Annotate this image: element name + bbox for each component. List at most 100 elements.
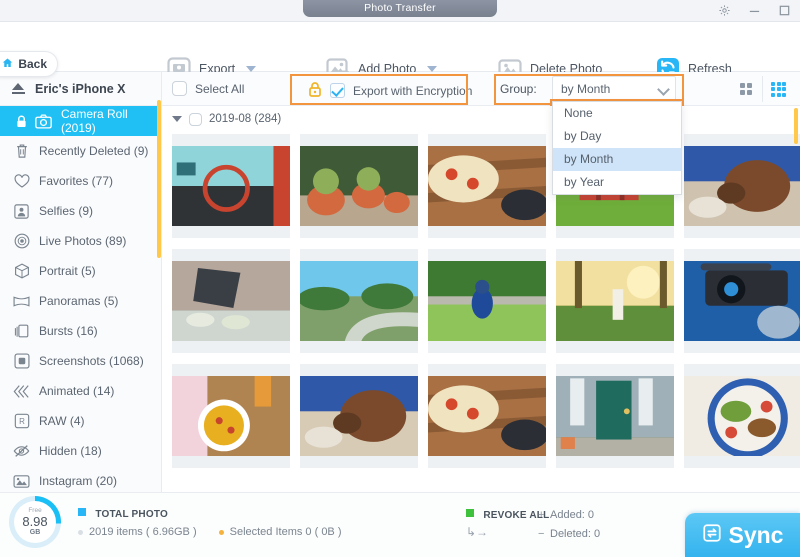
sidebar-item-raw[interactable]: R RAW (4) — [0, 406, 161, 436]
sync-button[interactable]: Sync — [685, 513, 800, 557]
sidebar-item-selfies[interactable]: Selfies (9) — [0, 196, 161, 226]
device-header[interactable]: Eric's iPhone X — [0, 72, 161, 106]
photo-image — [172, 376, 290, 456]
photo-thumbnail[interactable] — [684, 249, 800, 353]
collapse-caret-icon[interactable] — [172, 116, 182, 122]
photo-image — [684, 261, 800, 341]
sidebar-item-instagram[interactable]: Instagram (20) — [0, 466, 161, 492]
minimize-icon[interactable] — [746, 2, 762, 18]
revoke-all-button[interactable]: REVOKE ALL ↳→ — [466, 507, 549, 539]
photo-thumbnail[interactable] — [300, 134, 418, 238]
added-count: Added: 0 — [550, 509, 594, 521]
dropdown-option-none[interactable]: None — [553, 102, 681, 125]
storage-gauge: Free 8.98 GB — [9, 496, 61, 548]
live-photo-icon — [13, 233, 30, 250]
main-scrollbar[interactable] — [794, 108, 798, 144]
sidebar-item-bursts[interactable]: Bursts (16) — [0, 316, 161, 346]
svg-text:R: R — [19, 417, 25, 426]
raw-icon: R — [13, 413, 30, 430]
sidebar-item-label: Instagram (20) — [39, 474, 117, 488]
screenshot-icon — [13, 353, 30, 370]
photo-grid — [162, 132, 800, 468]
dropdown-option-by-year[interactable]: by Year — [553, 171, 681, 194]
instagram-photo-icon — [13, 473, 30, 490]
items-count: 2019 items ( 6.96GB ) — [78, 526, 197, 538]
sidebar-item-favorites[interactable]: Favorites (77) — [0, 166, 161, 196]
photo-thumbnail[interactable] — [300, 364, 418, 468]
photo-image — [300, 146, 418, 226]
sidebar-item-animated[interactable]: Animated (14) — [0, 376, 161, 406]
grid-3x3-icon[interactable] — [762, 76, 794, 102]
group-select-checkbox[interactable] — [189, 113, 202, 126]
back-button-label: Back — [18, 57, 47, 71]
total-photo-label: TOTAL PHOTO — [95, 509, 168, 520]
photo-image — [172, 146, 290, 226]
deleted-count: Deleted: 0 — [550, 528, 600, 540]
sidebar-item-screenshots[interactable]: Screenshots (1068) — [0, 346, 161, 376]
photo-thumbnail[interactable] — [684, 364, 800, 468]
photo-thumbnail[interactable] — [172, 134, 290, 238]
select-all-checkbox[interactable]: Select All — [172, 81, 244, 96]
photo-thumbnail[interactable] — [428, 364, 546, 468]
sidebar-item-label: Screenshots (1068) — [39, 354, 144, 368]
sidebar-item-hidden[interactable]: Hidden (18) — [0, 436, 161, 466]
minus-icon: − — [538, 525, 550, 544]
sidebar-item-panoramas[interactable]: Panoramas (5) — [0, 286, 161, 316]
storage-value: 8.98 — [22, 515, 47, 529]
sidebar-item-label: RAW (4) — [39, 414, 85, 428]
photo-thumbnail[interactable] — [172, 249, 290, 353]
photo-thumbnail[interactable] — [300, 249, 418, 353]
sync-label: Sync — [729, 522, 784, 549]
photo-thumbnail[interactable] — [428, 134, 546, 238]
photo-image — [300, 376, 418, 456]
sync-icon — [702, 522, 722, 549]
sidebar-item-label: Portrait (5) — [39, 264, 96, 278]
back-button[interactable]: Back — [0, 51, 58, 77]
photo-image — [556, 376, 674, 456]
grid-2x2-icon[interactable] — [730, 76, 762, 102]
added-deleted-block: +Added: 0 −Deleted: 0 — [538, 506, 600, 544]
sidebar-item-label: Bursts (16) — [39, 324, 98, 338]
photo-image — [684, 376, 800, 456]
photo-thumbnail[interactable] — [556, 249, 674, 353]
sidebar-item-label: Animated (14) — [39, 384, 114, 398]
dropdown-option-by-month[interactable]: by Month — [553, 148, 681, 171]
group-dropdown-menu[interactable]: None by Day by Month by Year — [552, 101, 682, 195]
sidebar-item-recently-deleted[interactable]: Recently Deleted (9) — [0, 136, 161, 166]
device-name: Eric's iPhone X — [35, 82, 126, 96]
photo-thumbnail[interactable] — [428, 249, 546, 353]
photo-image — [428, 146, 546, 226]
home-icon — [1, 57, 14, 72]
photo-grid-panel: 2019-08 (284) — [162, 106, 800, 492]
sidebar-item-live-photos[interactable]: Live Photos (89) — [0, 226, 161, 256]
sidebar-scrollbar[interactable] — [157, 100, 161, 258]
storage-unit: GB — [30, 529, 41, 536]
title-bar: Photo Transfer — [0, 0, 800, 22]
photo-image — [172, 261, 290, 341]
maximize-icon[interactable] — [776, 2, 792, 18]
sidebar-item-label: Live Photos (89) — [39, 234, 126, 248]
panorama-icon — [13, 293, 30, 310]
sidebar: Eric's iPhone X Camera Roll (2019) Recen… — [0, 72, 162, 492]
photo-thumbnail[interactable] — [556, 364, 674, 468]
plus-icon: + — [538, 506, 550, 525]
window-controls — [716, 2, 792, 18]
select-all-box-icon[interactable] — [172, 81, 187, 96]
animated-icon — [13, 383, 30, 400]
total-photo-swatch — [78, 508, 86, 516]
photo-thumbnail[interactable] — [684, 134, 800, 238]
status-bar: Free 8.98 GB TOTAL PHOTO 2019 items ( 6.… — [0, 492, 800, 557]
sidebar-item-camera-roll[interactable]: Camera Roll (2019) — [0, 106, 161, 136]
photo-thumbnail[interactable] — [172, 364, 290, 468]
dropdown-option-by-day[interactable]: by Day — [553, 125, 681, 148]
group-header-row[interactable]: 2019-08 (284) — [162, 106, 800, 132]
burst-icon — [13, 323, 30, 340]
sidebar-item-portrait[interactable]: Portrait (5) — [0, 256, 161, 286]
camera-icon — [35, 113, 52, 130]
sub-toolbar: Select All Export with Encryption Group:… — [162, 72, 800, 106]
eject-icon[interactable] — [12, 83, 25, 94]
hidden-eye-icon — [13, 443, 30, 460]
window-title: Photo Transfer — [303, 0, 497, 17]
settings-icon[interactable] — [716, 2, 732, 18]
sidebar-item-label: Camera Roll (2019) — [61, 107, 161, 135]
